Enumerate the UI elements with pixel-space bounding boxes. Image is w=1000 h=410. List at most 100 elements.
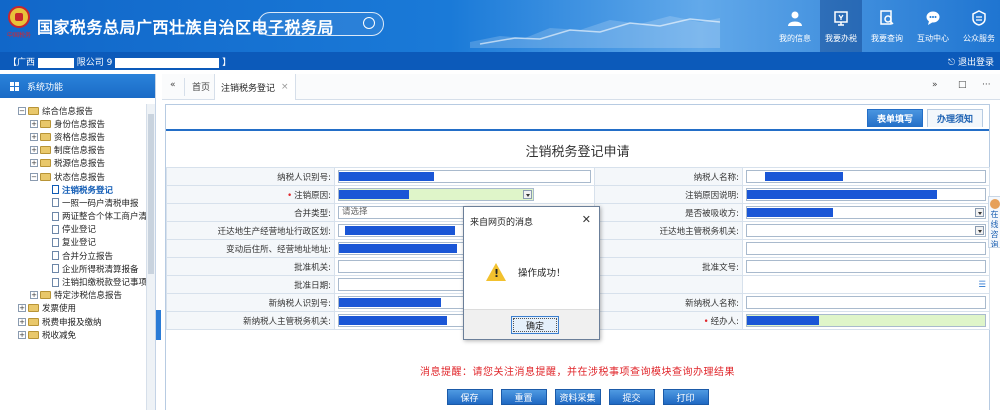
tab-prev-button[interactable]: « [170,80,176,90]
tree-item[interactable]: 两证整合个体工商户清税申 [0,210,146,223]
cell [742,293,990,312]
approval-authority-field[interactable] [338,260,468,273]
nav-public-service[interactable]: 公众服务 [958,0,1000,52]
collapse-icon[interactable]: − [18,106,26,115]
tree-item[interactable]: − 状态信息报告 [0,170,146,183]
expand-icon[interactable]: + [18,304,26,313]
tree-item[interactable]: 停业登记 [0,223,146,236]
submit-button[interactable]: 提交 [608,389,655,405]
chevron-down-icon[interactable] [975,208,984,217]
nav-tax-handling[interactable]: 我要办税 [820,0,862,52]
close-icon[interactable]: × [281,82,289,92]
tree-item[interactable]: + 税源信息报告 [0,157,146,170]
search-box[interactable] [258,12,384,36]
handler-field[interactable] [746,314,986,327]
search-icon[interactable] [363,17,375,29]
nav-query[interactable]: 我要查询 [866,0,908,52]
list-icon[interactable]: ☰ [742,275,990,294]
logout-label: 退出登录 [957,58,994,68]
collapse-icon[interactable]: − [30,172,38,181]
expand-icon[interactable]: + [18,317,26,326]
reset-button[interactable]: 重置 [500,389,547,405]
tab-form-fill[interactable]: 表单填写 [867,109,923,127]
tree-item[interactable]: 合并分立报告 [0,249,146,262]
function-tree: − 综合信息报告 + 身份信息报告 + 资格信息报告 + 制度信息报告 + 税源信息报告 − 状态信息… [0,104,146,410]
new-address-field[interactable] [338,242,468,255]
tree-item[interactable]: + 发票使用 [0,302,146,315]
great-wall-decoration [470,16,720,48]
nav-label: 互动中心 [917,34,949,43]
tab-more-button[interactable]: ··· [982,80,991,90]
approval-date-field[interactable] [338,278,468,291]
tree-item[interactable]: 企业所得税清算报备 [0,262,146,275]
nav-my-info[interactable]: 我的信息 [774,0,816,52]
dereg-reason-select[interactable] [338,188,534,201]
print-button[interactable]: 打印 [662,389,709,405]
collect-materials-button[interactable]: 资料采集 [554,389,601,405]
absorbed-party-select[interactable] [746,206,986,219]
logout-link[interactable]: ⎋ 退出登录 [948,55,994,68]
nav-label: 我要办税 [825,34,857,43]
new-address-extra-field[interactable] [746,242,986,255]
tree-item[interactable]: + 税费申报及缴纳 [0,315,146,328]
sidebar-collapse-handle[interactable] [156,310,161,340]
new-tax-authority-field[interactable] [338,314,468,327]
label-empty [594,239,743,258]
tree-item[interactable]: 复业登记 [0,236,146,249]
folder-icon [28,304,39,313]
cell [334,167,595,186]
folder-icon [28,330,39,339]
folder-icon [40,159,51,168]
sidebar-scrollbar[interactable] [146,104,155,410]
tree-item[interactable]: + 税收减免 [0,328,146,341]
label-text: 经办人: [710,316,739,327]
agent-avatar-icon [989,199,1000,209]
chevron-down-icon[interactable] [523,190,532,199]
tree-item[interactable]: + 身份信息报告 [0,117,146,130]
user-info-bar: 【广西 限公司 9 】 ⎋ 退出登录 [0,52,1000,70]
tree-item-label: 停业登记 [62,225,97,236]
top-nav: 我的信息 我要办税 我要查询 互动中心 公众服务 [770,0,1000,52]
expand-icon[interactable]: + [30,159,38,168]
expand-icon[interactable]: + [18,330,26,339]
grid-icon [10,81,19,91]
tab-deregistration[interactable]: 注销税务登记 × [214,74,296,100]
tab-instructions[interactable]: 办理须知 [927,109,983,127]
document-icon [52,198,59,208]
folder-icon [28,106,39,115]
document-icon [52,211,59,221]
tree-item[interactable]: 一照一码户清税申报 [0,196,146,209]
dest-region-field[interactable] [338,224,468,237]
online-help-widget[interactable]: 在线咨询 [988,196,1000,248]
approval-number-field[interactable] [746,260,986,273]
ok-button[interactable]: 确定 [511,316,559,334]
expand-icon[interactable]: + [30,119,38,128]
tree-item-label: 综合信息报告 [42,106,94,117]
save-button[interactable]: 保存 [446,389,493,405]
tab-next-button[interactable]: » [932,80,938,90]
tree-item[interactable]: 注销扣缴税款登记事项 [0,275,146,288]
chevron-down-icon[interactable] [975,226,984,235]
tree-item[interactable]: + 制度信息报告 [0,144,146,157]
nav-interaction[interactable]: 互动中心 [912,0,954,52]
tree-item[interactable]: + 资格信息报告 [0,130,146,143]
dest-tax-authority-select[interactable] [746,224,986,237]
search-input[interactable] [267,16,357,32]
merge-type-select[interactable]: 请选择 [338,206,468,219]
tree-item[interactable]: − 综合信息报告 [0,104,146,117]
tree-item[interactable]: 注销税务登记 [0,183,146,196]
expand-icon[interactable]: + [30,146,38,155]
expand-icon[interactable]: + [30,132,38,141]
tab-home[interactable]: 首页 [192,80,210,93]
dereg-reason-desc-field[interactable] [746,188,986,201]
new-taxpayer-id-field[interactable] [338,296,468,309]
scrollbar-thumb[interactable] [148,114,154,274]
tree-item[interactable]: + 特定涉税信息报告 [0,289,146,302]
tab-maximize-button[interactable]: □ [958,80,967,90]
table-row: • 注销原因: 注销原因说明: [166,185,990,204]
close-icon[interactable]: ✕ [582,213,591,226]
taxpayer-id-field[interactable] [338,170,591,183]
new-taxpayer-name-field[interactable] [746,296,986,309]
taxpayer-name-field[interactable] [746,170,986,183]
expand-icon[interactable]: + [30,291,38,300]
